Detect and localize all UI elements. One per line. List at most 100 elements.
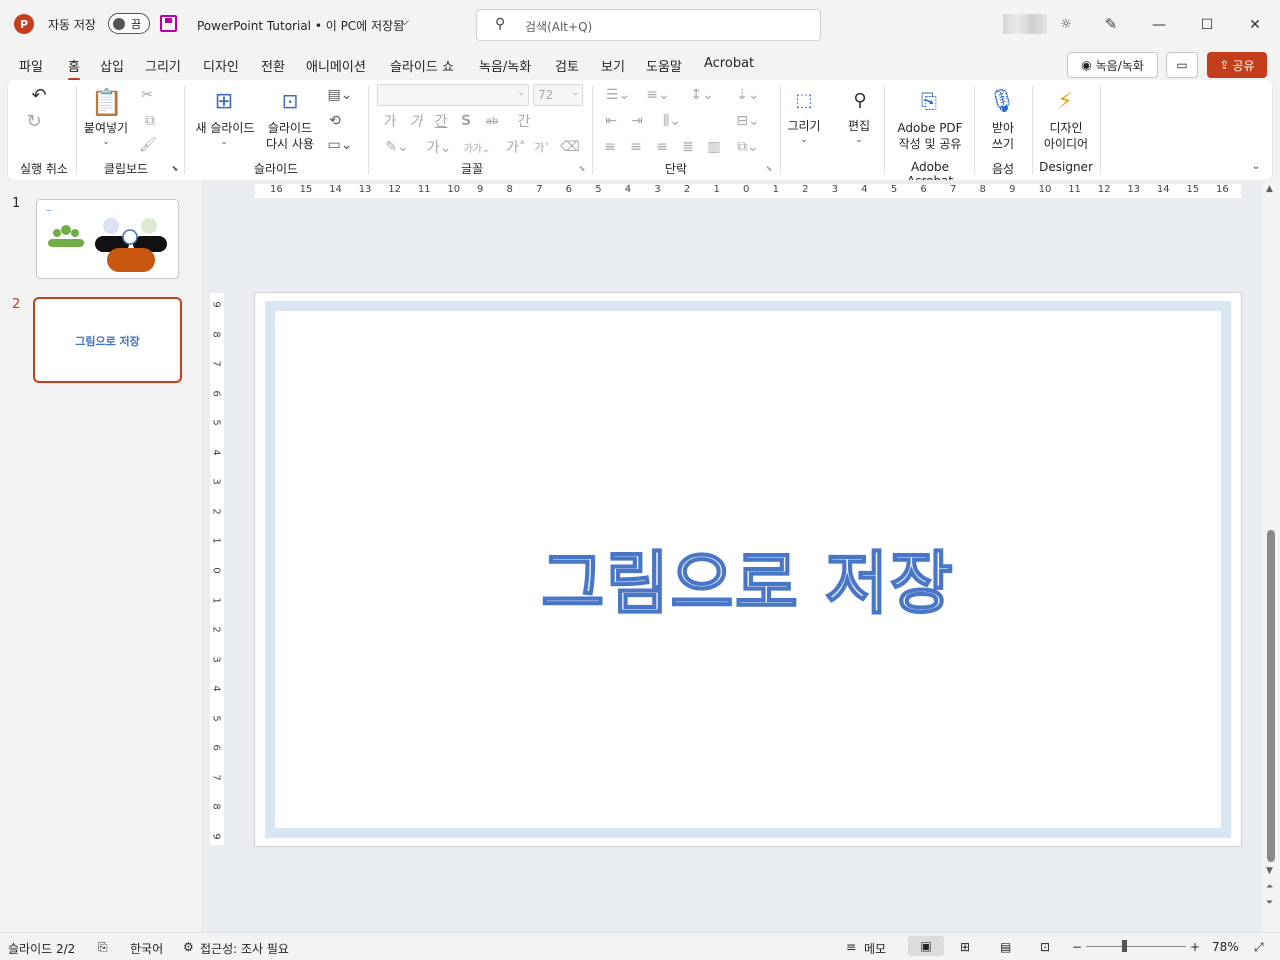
- normal-view-button[interactable]: ▣: [908, 936, 944, 956]
- reading-view-button[interactable]: ▤: [1000, 940, 1011, 954]
- numbering-icon[interactable]: ≡⌄: [640, 86, 676, 104]
- paste-icon[interactable]: 📋: [90, 86, 124, 120]
- tab-record[interactable]: 녹음/녹화: [479, 56, 531, 75]
- zoom-slider-thumb[interactable]: [1122, 940, 1127, 952]
- slide-title-text[interactable]: 그림으로 저장: [255, 528, 1241, 627]
- tab-file[interactable]: 파일: [19, 56, 43, 75]
- autosave-toggle[interactable]: 끔: [108, 13, 150, 34]
- scroll-down-icon[interactable]: ▼: [1266, 866, 1273, 876]
- zoom-slider[interactable]: [1086, 946, 1186, 947]
- previous-slide-icon[interactable]: ⏶: [1266, 882, 1273, 892]
- zoom-level[interactable]: 78%: [1212, 940, 1239, 954]
- microphone-icon[interactable]: 🎙: [988, 86, 1016, 116]
- dialog-launcher-icon[interactable]: ⬊: [170, 162, 180, 174]
- designer-icon[interactable]: ⚡: [1048, 86, 1082, 116]
- columns-icon[interactable]: ⫼⌄: [656, 112, 688, 130]
- dictate-line2[interactable]: 쓰기: [978, 136, 1028, 152]
- tab-acrobat[interactable]: Acrobat: [704, 56, 754, 71]
- close-button[interactable]: ✕: [1232, 10, 1278, 40]
- smartart-icon[interactable]: ⧉⌄: [730, 138, 766, 156]
- scroll-up-icon[interactable]: ▲: [1266, 184, 1273, 194]
- section-icon[interactable]: ▭⌄: [324, 136, 356, 154]
- increase-indent-icon[interactable]: ⇥: [626, 112, 648, 130]
- comments-button[interactable]: ▭: [1166, 52, 1198, 78]
- redo-icon[interactable]: ↻: [22, 110, 46, 132]
- vertical-scrollbar[interactable]: ▲ ▼ ⏶ ⏷: [1264, 180, 1280, 932]
- format-painter-icon[interactable]: 🖌: [138, 136, 158, 154]
- reuse-slides-icon[interactable]: ⊡: [274, 86, 306, 116]
- tab-slideshow[interactable]: 슬라이드 쇼: [390, 56, 454, 75]
- new-slide-button[interactable]: 새 슬라이드: [190, 120, 260, 136]
- zoom-in-button[interactable]: +: [1190, 940, 1200, 954]
- strikethrough-icon[interactable]: ab: [482, 112, 502, 130]
- tab-draw[interactable]: 그리기: [145, 56, 181, 75]
- bug-icon[interactable]: ☼: [1056, 14, 1076, 34]
- tab-insert[interactable]: 삽입: [100, 56, 124, 75]
- tab-design[interactable]: 디자인: [203, 56, 239, 75]
- notes-button[interactable]: 메모: [864, 940, 886, 957]
- underline-icon[interactable]: 간: [432, 112, 450, 130]
- italic-icon[interactable]: 가: [408, 112, 424, 130]
- tab-view[interactable]: 보기: [601, 56, 625, 75]
- align-center-icon[interactable]: ≡: [626, 138, 646, 156]
- text-direction-icon[interactable]: ⇣⌄: [730, 86, 766, 104]
- layout-icon[interactable]: ▤⌄: [324, 86, 356, 104]
- slide-canvas[interactable]: 그림으로 저장: [254, 292, 1242, 847]
- bold-icon[interactable]: 가: [382, 112, 398, 130]
- designer-line2[interactable]: 아이디어: [1034, 136, 1098, 152]
- slide-sorter-button[interactable]: ⊞: [960, 940, 970, 954]
- spellcheck-icon[interactable]: ⎘: [98, 940, 108, 955]
- search-input[interactable]: ⚲ 검색(Alt+Q): [476, 9, 821, 41]
- tab-help[interactable]: 도움말: [646, 56, 682, 75]
- change-case-icon[interactable]: 가가⌄: [460, 138, 494, 156]
- record-button[interactable]: ◉ 녹음/녹화: [1067, 52, 1158, 78]
- chevron-down-icon[interactable]: ⌄: [851, 134, 867, 146]
- slide-thumbnail-1[interactable]: ~: [36, 199, 179, 279]
- language-indicator[interactable]: 한국어: [130, 940, 163, 957]
- bullets-icon[interactable]: ☰⌄: [600, 86, 636, 104]
- share-button[interactable]: ⇪ 공유: [1207, 52, 1267, 78]
- document-title[interactable]: PowerPoint Tutorial • 이 PC에 저장됨: [197, 17, 404, 34]
- adobe-pdf-icon[interactable]: ⎘: [914, 86, 944, 116]
- dialog-launcher-icon[interactable]: ⬊: [764, 162, 774, 174]
- align-right-icon[interactable]: ≡: [652, 138, 672, 156]
- reuse-slides-line2[interactable]: 다시 사용: [260, 136, 320, 152]
- tab-animations[interactable]: 애니메이션: [306, 56, 366, 75]
- chevron-down-icon[interactable]: ⌄: [98, 136, 114, 148]
- chevron-down-icon[interactable]: ⌄: [796, 134, 812, 146]
- vertical-ruler[interactable]: 9 8 7 6 5 4 3 2 1 0 1 2 3 4 5 6 7 8 9: [210, 293, 224, 845]
- increase-font-icon[interactable]: 가˄: [506, 138, 526, 156]
- tab-review[interactable]: 검토: [555, 56, 579, 75]
- line-spacing-icon[interactable]: ↕⌄: [684, 86, 720, 104]
- chevron-down-icon[interactable]: ⌵: [400, 14, 409, 29]
- distributed-icon[interactable]: ▥: [704, 138, 724, 156]
- find-icon[interactable]: ⚲: [846, 86, 874, 114]
- shadow-icon[interactable]: S: [458, 112, 474, 130]
- next-slide-icon[interactable]: ⏷: [1266, 898, 1273, 908]
- save-icon[interactable]: [160, 15, 177, 32]
- collapse-ribbon-icon[interactable]: ⌄: [1248, 158, 1264, 172]
- font-name-field[interactable]: ⌄: [377, 84, 529, 106]
- reuse-slides-line1[interactable]: 슬라이드: [260, 120, 320, 136]
- decrease-indent-icon[interactable]: ⇤: [600, 112, 622, 130]
- copy-icon[interactable]: ⧉: [138, 112, 162, 130]
- edit-button[interactable]: 편집: [834, 118, 884, 134]
- tab-transitions[interactable]: 전환: [261, 56, 285, 75]
- adobe-pdf-line2[interactable]: 작성 및 공유: [886, 136, 974, 152]
- dictate-line1[interactable]: 받아: [978, 120, 1028, 136]
- draw-button[interactable]: 그리기: [780, 118, 828, 134]
- minimize-button[interactable]: —: [1136, 10, 1182, 40]
- paste-button[interactable]: 붙여넣기: [78, 120, 134, 136]
- account-avatar[interactable]: [1003, 14, 1047, 34]
- accessibility-status[interactable]: 접근성: 조사 필요: [200, 940, 289, 957]
- font-size-field[interactable]: 72 ⌄: [533, 84, 583, 106]
- highlight-icon[interactable]: ✎⌄: [380, 138, 414, 156]
- chevron-down-icon[interactable]: ⌄: [216, 136, 232, 148]
- adobe-pdf-line1[interactable]: Adobe PDF: [886, 120, 974, 136]
- tab-home[interactable]: 홈: [68, 56, 80, 81]
- maximize-button[interactable]: ☐: [1184, 10, 1230, 40]
- clear-formatting-icon[interactable]: ⌫: [560, 138, 580, 156]
- new-slide-icon[interactable]: ⊞: [208, 86, 240, 116]
- reset-icon[interactable]: ⟲: [324, 112, 346, 130]
- pen-icon[interactable]: ✎: [1100, 14, 1122, 34]
